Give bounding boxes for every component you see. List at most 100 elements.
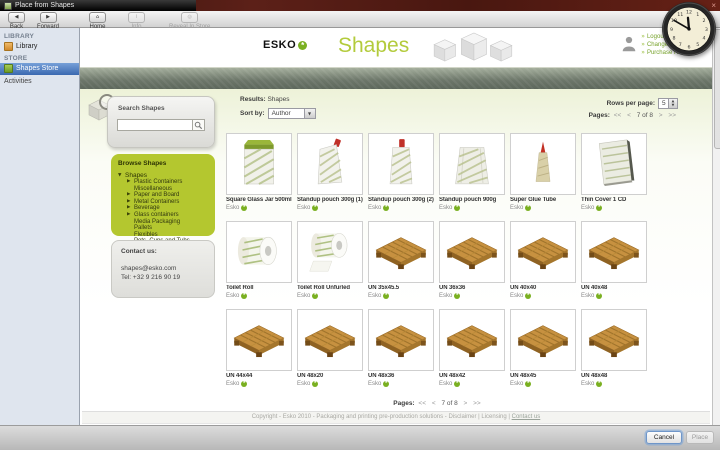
product-card[interactable]: Standup pouch 300g (2) Esko *	[368, 133, 434, 211]
product-name[interactable]: UN 48x45	[510, 373, 576, 380]
page-prev-link[interactable]: <	[627, 112, 631, 119]
pagination-bottom: Pages: << < 7 of 8 > >>	[226, 400, 650, 407]
reveal-in-store-icon: ◎	[181, 12, 198, 23]
product-thumbnail[interactable]	[581, 221, 647, 283]
scrollbar[interactable]	[712, 28, 720, 425]
product-name[interactable]: UN 48x36	[368, 373, 434, 380]
product-thumbnail[interactable]	[297, 133, 363, 195]
product-thumbnail[interactable]	[581, 133, 647, 195]
search-button[interactable]	[192, 119, 205, 131]
contact-us-link[interactable]: Contact us	[512, 414, 541, 420]
product-card[interactable]: UN 35x45.5 Esko *	[368, 221, 434, 299]
browse-panel: Browse Shapes ▼ Shapes ▶ Plastic Contain…	[111, 154, 215, 236]
product-thumbnail[interactable]	[439, 133, 505, 195]
product-name[interactable]: Thin Cover 1 CD	[581, 197, 647, 204]
browse-category[interactable]: ▶ Glass containers	[118, 212, 208, 219]
product-card[interactable]: Square Glass Jar 500ml Esko *	[226, 133, 292, 211]
product-name[interactable]: Toilet Roll Unfurled	[297, 285, 363, 292]
product-name[interactable]: Standup pouch 300g (1)	[297, 197, 363, 204]
browse-root-shapes[interactable]: ▼ Shapes	[118, 172, 208, 179]
product-card[interactable]: Toilet Roll Esko *	[226, 221, 292, 299]
product-name[interactable]: UN 48x48	[581, 373, 647, 380]
product-name[interactable]: UN 48x20	[297, 373, 363, 380]
product-card[interactable]: Toilet Roll Unfurled Esko *	[297, 221, 363, 299]
product-name[interactable]: Super Glue Tube	[510, 197, 576, 204]
browse-category[interactable]: ▶ Metal Containers	[118, 199, 208, 206]
product-card[interactable]: Standup pouch 900g Esko *	[439, 133, 505, 211]
search-panel: Search Shapes	[107, 96, 215, 148]
tree-collapsed-icon: ▶	[127, 199, 132, 206]
page-next-link[interactable]: >	[464, 400, 468, 407]
product-thumbnail[interactable]	[226, 309, 292, 371]
product-author-line: Esko *	[510, 205, 576, 211]
product-name[interactable]: UN 40x48	[581, 285, 647, 292]
cancel-button[interactable]: Cancel	[646, 431, 682, 444]
product-card[interactable]: Super Glue Tube Esko *	[510, 133, 576, 211]
sidebar: LIBRARY Library STORE Shapes Store Activ…	[0, 28, 80, 425]
page-last-link[interactable]: >>	[668, 112, 676, 119]
product-thumbnail[interactable]	[297, 309, 363, 371]
product-card[interactable]: UN 48x36 Esko *	[368, 309, 434, 387]
product-name[interactable]: UN 44x44	[226, 373, 292, 380]
tree-collapsed-icon: ▶	[127, 205, 132, 212]
browse-category[interactable]: ▶ Beverage	[118, 205, 208, 212]
product-name[interactable]: Standup pouch 900g	[439, 197, 505, 204]
product-card[interactable]: UN 40x40 Esko *	[510, 221, 576, 299]
product-thumbnail[interactable]	[439, 221, 505, 283]
product-card[interactable]: Thin Cover 1 CD Esko *	[581, 133, 647, 211]
product-thumbnail[interactable]	[297, 221, 363, 283]
product-name[interactable]: Square Glass Jar 500ml	[226, 197, 292, 204]
pallet-image	[303, 318, 357, 363]
stepper-icons[interactable]: ▲ ▼	[668, 99, 677, 108]
product-thumbnail[interactable]	[226, 133, 292, 195]
product-thumbnail[interactable]	[226, 221, 292, 283]
product-name[interactable]: Toilet Roll	[226, 285, 292, 292]
product-thumbnail[interactable]	[368, 133, 434, 195]
browse-category[interactable]: ▶ Paper and Board	[118, 192, 208, 199]
sidebar-item-library[interactable]: Library	[0, 41, 79, 53]
product-card[interactable]: UN 48x48 Esko *	[581, 309, 647, 387]
product-thumbnail[interactable]	[510, 133, 576, 195]
product-card[interactable]: UN 40x48 Esko *	[581, 221, 647, 299]
product-thumbnail[interactable]	[510, 221, 576, 283]
sort-dropdown[interactable]: Author ▼	[268, 108, 316, 119]
product-thumbnail[interactable]	[510, 309, 576, 371]
product-card[interactable]: UN 44x44 Esko *	[226, 309, 292, 387]
page-first-link[interactable]: <<	[418, 400, 426, 407]
product-thumbnail[interactable]	[439, 309, 505, 371]
product-card[interactable]: UN 48x42 Esko *	[439, 309, 505, 387]
product-card[interactable]: UN 48x20 Esko *	[297, 309, 363, 387]
search-label: Search Shapes	[118, 105, 214, 112]
browse-category[interactable]: ▶ Plastic Containers	[118, 179, 208, 186]
forward-icon: ▶	[40, 12, 57, 23]
stepper-down-icon[interactable]: ▼	[672, 104, 675, 108]
product-card[interactable]: UN 36x36 Esko *	[439, 221, 505, 299]
contact-email-link[interactable]: shapes@esko.com	[121, 265, 205, 272]
page-last-link[interactable]: >>	[473, 400, 481, 407]
product-thumbnail[interactable]	[581, 309, 647, 371]
search-input[interactable]	[117, 119, 192, 131]
page-next-link[interactable]: >	[659, 112, 663, 119]
product-card[interactable]: UN 48x45 Esko *	[510, 309, 576, 387]
rows-per-page-stepper[interactable]: 5 ▲ ▼	[658, 98, 678, 109]
product-thumbnail[interactable]	[368, 309, 434, 371]
browse-category[interactable]: Flexibles	[118, 232, 208, 239]
browse-category[interactable]: Pallets	[118, 225, 208, 232]
product-name[interactable]: Standup pouch 300g (2)	[368, 197, 434, 204]
product-name[interactable]: UN 36x36	[439, 285, 505, 292]
product-thumbnail[interactable]	[368, 221, 434, 283]
product-name[interactable]: UN 35x45.5	[368, 285, 434, 292]
pallet-image	[587, 230, 641, 275]
product-name[interactable]: UN 40x40	[510, 285, 576, 292]
pallet-image	[445, 230, 499, 275]
page-prev-link[interactable]: <	[432, 400, 436, 407]
sidebar-item-activities[interactable]: Activities	[0, 77, 79, 87]
browse-category[interactable]: Miscellaneous	[118, 186, 208, 193]
place-button[interactable]: Place	[686, 431, 714, 444]
product-card[interactable]: Standup pouch 300g (1) Esko *	[297, 133, 363, 211]
chevron-down-icon[interactable]: ▼	[304, 109, 315, 118]
sidebar-item-shapes-store[interactable]: Shapes Store	[0, 63, 79, 75]
page-first-link[interactable]: <<	[614, 112, 622, 119]
browse-category[interactable]: Media Packaging	[118, 219, 208, 226]
product-name[interactable]: UN 48x42	[439, 373, 505, 380]
